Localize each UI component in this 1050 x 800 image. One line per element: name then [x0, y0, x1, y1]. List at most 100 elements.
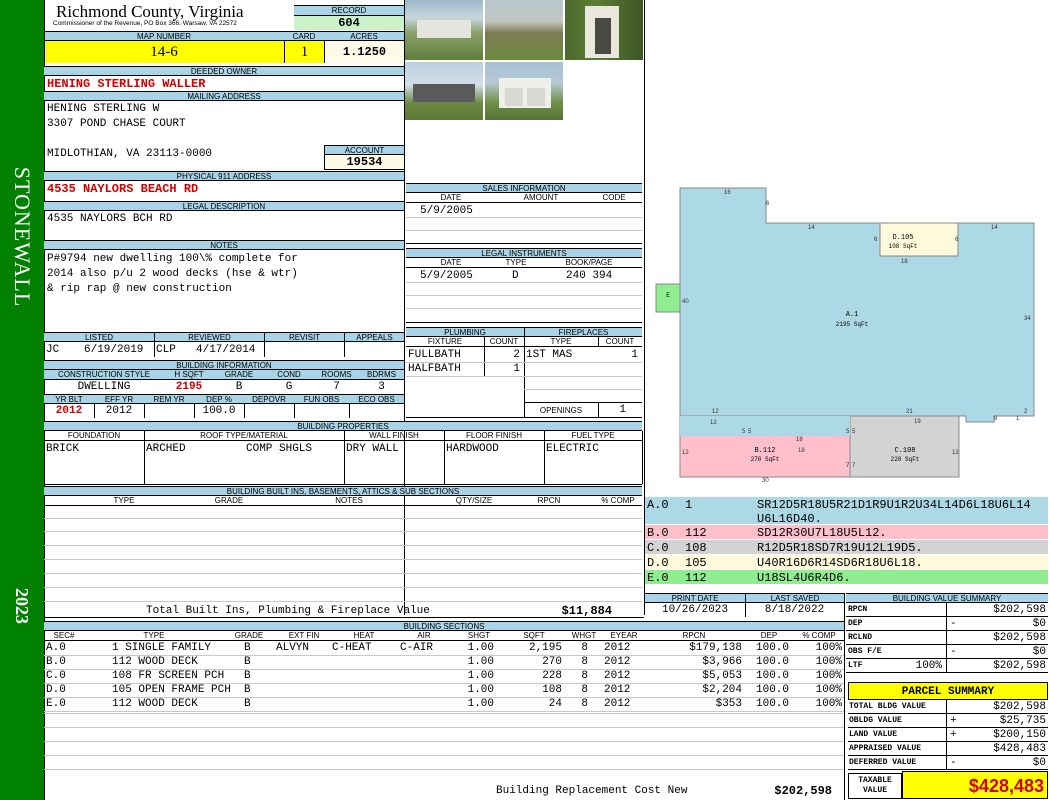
svg-text:1: 1: [1016, 416, 1020, 422]
svg-text:30: 30: [762, 478, 769, 484]
notes-line-3: & rip rap @ new construction: [47, 283, 232, 295]
taxable-label: TAXABLE VALUE: [848, 773, 902, 799]
svg-text:18: 18: [901, 259, 908, 265]
listed-date: 6/19/2019: [84, 344, 144, 356]
parcel-summary: TOTAL BLDG VALUE $202,598 OBLDG VALUE + $25,…: [846, 700, 1048, 770]
notes-header: NOTES: [44, 240, 404, 250]
roof-material: COMP SHGLS: [246, 443, 313, 455]
year-built: 2012: [55, 405, 83, 417]
acres-value: 1.1250: [324, 41, 404, 63]
section-cell-sec: A.0: [46, 642, 66, 654]
openings-label: OPENINGS: [539, 406, 583, 415]
section-cell-eyear: 2012: [604, 642, 631, 654]
svg-text:18: 18: [796, 437, 803, 443]
section-cell-comp: 100%: [815, 670, 842, 682]
svg-text:9: 9: [994, 416, 998, 422]
parcel-summary-row: APPRAISED VALUE $428,483: [848, 742, 1048, 756]
parcel-summary-row: TOTAL BLDG VALUE $202,598: [848, 700, 1048, 714]
svg-text:18: 18: [798, 448, 805, 454]
building-info-cols: CONSTRUCTION STYLE H SQFT GRADE COND ROO…: [44, 370, 404, 380]
print-date-header: PRINT DATE: [645, 593, 745, 603]
card-number: 1: [284, 41, 324, 63]
section-cell-whgt: 8: [581, 670, 588, 682]
sections-cols: SEC# TYPE GRADE EXT FIN HEAT AIR SHGT SQ…: [44, 631, 844, 641]
legal-description: 4535 NAYLORS BCH RD: [47, 213, 173, 225]
value-summary-row: DEP - $0: [846, 617, 1048, 631]
sketch-area-c: 228 SqFt: [891, 456, 920, 463]
legal-description-header: LEGAL DESCRIPTION: [44, 201, 404, 211]
revisit-header: REVISIT: [264, 332, 344, 342]
sketch-code-sec: A.0: [647, 498, 669, 512]
section-cell-rpcn: $2,204: [702, 684, 742, 696]
deeded-owner-header: DEEDED OWNER: [44, 66, 404, 76]
sketch-area-d: 108 SqFt: [889, 243, 918, 250]
year-label: 2023: [12, 588, 32, 624]
parcel-summary-title: PARCEL SUMMARY: [848, 682, 1048, 700]
foundation: BRICK: [46, 443, 80, 455]
reviewed-header: REVIEWED: [154, 332, 264, 342]
fireplace-count: 1: [631, 349, 638, 361]
sketch-code-text2: U6L16D40.: [757, 512, 822, 526]
bedrooms: 3: [378, 381, 385, 393]
section-cell-type: 105 OPEN FRAME PCH: [112, 684, 231, 696]
section-cell-shgt: 1.00: [467, 684, 494, 696]
section-cell-whgt: 8: [581, 698, 588, 710]
sketch-area-b: 270 SqFt: [751, 456, 780, 463]
builtins-header: BUILDING BUILT INS, BASEMENTS, ATTICS & …: [44, 486, 642, 496]
sketch-code-code: 108: [685, 541, 707, 555]
section-cell-grade: B: [244, 698, 251, 710]
physical-address: 4535 NAYLORS BEACH RD: [47, 182, 199, 196]
svg-text:14: 14: [991, 225, 998, 231]
sketch-label-d: D.105: [892, 234, 913, 242]
deeded-owner: HENING STERLING WALLER: [47, 77, 206, 91]
sidebar: STONEWALL 2023: [0, 0, 44, 800]
rooms: 7: [333, 381, 340, 393]
sketch-label-c: C.108: [894, 447, 915, 455]
print-date: 10/26/2023: [661, 604, 728, 616]
sketch-label-b: B.112: [754, 447, 775, 455]
card-header: CARD: [284, 31, 324, 41]
map-header: MAP NUMBER: [44, 31, 284, 41]
notes-line-1: P#9794 new dwelling 100\% complete for: [47, 253, 298, 265]
sales-cols: DATE AMOUNT CODE: [406, 193, 642, 203]
sketch-code-row: C.0 108 R12D5R18SD7R19U12L19D5.: [645, 540, 1048, 555]
condition: G: [285, 381, 293, 393]
commissioner-address: Commissioner of the Revenue, PO Box 366,…: [53, 20, 237, 27]
house-photo-1: [405, 0, 483, 60]
builtins-total-label: Total Built Ins, Plumbing & Fireplace Va…: [146, 605, 430, 617]
instrument-book: 240 394: [566, 270, 613, 282]
section-cell-sec: E.0: [46, 698, 66, 710]
section-cell-type: 108 FR SCREEN PCH: [112, 670, 225, 682]
reviewed-by: CLP: [156, 344, 176, 356]
section-cell-grade: B: [244, 670, 251, 682]
section-cell-type: 112 WOOD DECK: [112, 698, 198, 710]
section-cell-rpcn: $3,966: [702, 656, 742, 668]
svg-text:14: 14: [808, 225, 815, 231]
section-cell-whgt: 8: [581, 684, 588, 696]
sketch-code-code: 105: [685, 556, 707, 570]
sketch-code-text: U40R16D6R14SD6R18U6L18.: [757, 556, 923, 570]
sales-header: SALES INFORMATION: [406, 183, 642, 193]
replacement-cost-label: Building Replacement Cost New: [496, 785, 688, 797]
svg-text:12: 12: [682, 450, 689, 456]
section-cell-eyear: 2012: [604, 670, 631, 682]
sketch-code-sec: B.0: [647, 526, 669, 540]
section-cell-comp: 100%: [815, 642, 842, 654]
sketch-code-text: SR12D5R18U5R21D1R9U1R2U34L14D6L18U6L14: [757, 498, 1031, 512]
sketch-label-a: A.1: [846, 311, 859, 319]
section-cell-sec: B.0: [46, 656, 66, 668]
plumbing-row-2-count: 1: [513, 363, 520, 375]
svg-text:40: 40: [682, 299, 689, 305]
wall-finish: DRY WALL: [346, 443, 399, 455]
acres-header: ACRES: [324, 31, 404, 41]
section-cell-type: 112 WOOD DECK: [112, 656, 198, 668]
section-cell-sec: C.0: [46, 670, 66, 682]
parcel-summary-row: DEFERRED VALUE - $0: [848, 756, 1048, 770]
plumbing-row-2-name: HALFBATH: [408, 363, 461, 375]
taxable-value: $428,483: [902, 771, 1048, 799]
section-cell-eyear: 2012: [604, 656, 631, 668]
section-cell-dep: 100.0: [756, 698, 790, 710]
section-cell-ext: ALVYN: [276, 642, 310, 654]
account-header: ACCOUNT: [324, 145, 404, 155]
sketch-code-code: 112: [685, 571, 707, 585]
